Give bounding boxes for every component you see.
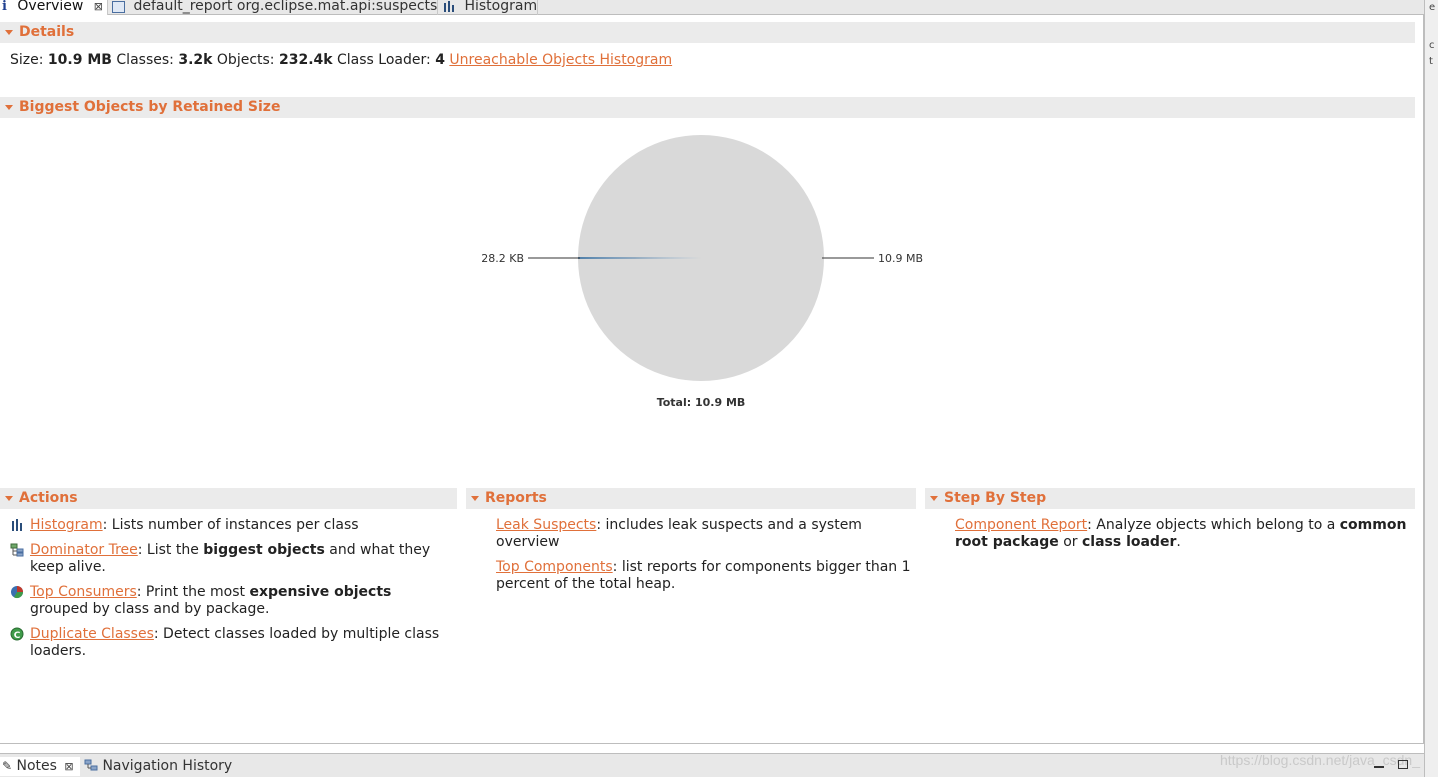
tab-default-report-label: default_report org.eclipse.mat.api:suspe… [133, 0, 438, 14]
step-by-step-section-header[interactable]: Step By Step [925, 488, 1415, 509]
histogram-link[interactable]: Histogram [30, 517, 103, 533]
step-component-report: Component Report: Analyze objects which … [955, 517, 1410, 551]
tab-histogram[interactable]: Histogram [438, 0, 538, 15]
dominator-tree-icon [10, 543, 24, 557]
info-icon: i [2, 0, 7, 14]
class-loader-value: 4 [435, 52, 445, 68]
unreachable-objects-histogram-link[interactable]: Unreachable Objects Histogram [449, 52, 672, 68]
size-label: Size: [10, 52, 44, 68]
reports-title: Reports [485, 490, 547, 506]
dominator-desc-pre: : List the [137, 542, 204, 558]
class-loader-label: Class Loader: [337, 52, 431, 68]
details-section-header[interactable]: Details [0, 22, 1415, 43]
leak-suspects-link[interactable]: Leak Suspects [496, 517, 596, 533]
collapse-triangle-icon[interactable] [5, 496, 13, 501]
component-report-bold-2: class loader [1081, 534, 1177, 550]
retained-size-pie-chart: 10.9 MB 28.2 KB Total: 10.9 MB [480, 128, 940, 418]
details-title: Details [19, 24, 75, 40]
duplicate-classes-icon: C [10, 627, 24, 641]
collapse-triangle-icon[interactable] [5, 30, 13, 35]
actions-section-header[interactable]: Actions [0, 488, 457, 509]
close-icon[interactable]: ⊠ [94, 0, 103, 13]
strip-glyph: c [1429, 40, 1435, 51]
editor-tab-bar: i Overview ⊠ default_report org.eclipse.… [0, 0, 1424, 15]
component-report-desc-mid: or [1058, 534, 1082, 550]
collapse-triangle-icon[interactable] [5, 105, 13, 110]
component-report-desc-post: . [1176, 534, 1181, 550]
action-top-consumers: Top Consumers: Print the most expensive … [10, 584, 450, 618]
collapse-triangle-icon[interactable] [930, 496, 938, 501]
svg-text:C: C [14, 631, 21, 641]
size-value: 10.9 MB [47, 52, 112, 68]
report-icon [112, 1, 125, 13]
dominator-tree-link[interactable]: Dominator Tree [30, 542, 138, 558]
histogram-icon [444, 1, 456, 12]
top-components-link[interactable]: Top Components [496, 559, 613, 575]
notes-icon: ✎ [2, 759, 13, 773]
action-duplicate-classes: C Duplicate Classes: Detect classes load… [10, 626, 450, 660]
watermark-text: https://blog.csdn.net/java_csdn_ [1219, 752, 1420, 768]
top-consumers-desc-bold: expensive objects [249, 584, 392, 600]
histogram-desc: : Lists number of instances per class [102, 517, 359, 533]
reports-list: Leak Suspects: includes leak suspects an… [496, 517, 911, 601]
top-consumers-desc-post: grouped by class and by package. [30, 601, 270, 617]
reports-section-header[interactable]: Reports [466, 488, 916, 509]
tab-histogram-label: Histogram [464, 0, 538, 14]
strip-glyph: e [1429, 2, 1436, 13]
component-report-desc-pre: : Analyze objects which belong to a [1087, 517, 1340, 533]
dominator-desc-bold: biggest objects [203, 542, 325, 558]
top-consumers-desc-pre: : Print the most [136, 584, 250, 600]
tab-default-report[interactable]: default_report org.eclipse.mat.api:suspe… [108, 0, 438, 15]
pie-label-1: 28.2 KB [481, 252, 524, 265]
action-dominator-tree: Dominator Tree: List the biggest objects… [10, 542, 450, 576]
notes-label: Notes [16, 758, 57, 774]
component-report-link[interactable]: Component Report [955, 517, 1087, 533]
tab-overview-label: Overview [17, 0, 84, 14]
collapse-triangle-icon[interactable] [471, 496, 479, 501]
maximize-button[interactable] [1398, 760, 1408, 769]
navigation-history-label: Navigation History [102, 758, 233, 774]
tab-overview[interactable]: i Overview ⊠ [0, 0, 108, 15]
classes-label: Classes: [116, 52, 174, 68]
tab-navigation-history[interactable]: Navigation History [84, 757, 244, 775]
actions-list: Histogram: Lists number of instances per… [10, 517, 450, 668]
histogram-icon [10, 518, 24, 532]
pie-chart-svg: 10.9 MB 28.2 KB Total: 10.9 MB [481, 135, 923, 409]
minimize-button[interactable] [1374, 762, 1384, 768]
actions-title: Actions [19, 490, 78, 506]
biggest-objects-section-header[interactable]: Biggest Objects by Retained Size [0, 97, 1415, 118]
close-icon[interactable]: ⊠ [64, 760, 73, 773]
tab-notes[interactable]: ✎ Notes ⊠ [0, 757, 80, 776]
objects-value: 232.4k [278, 52, 333, 68]
duplicate-classes-link[interactable]: Duplicate Classes [30, 626, 154, 642]
details-summary: Size: 10.9 MB Classes: 3.2k Objects: 232… [10, 52, 672, 68]
pie-label-0: 10.9 MB [878, 252, 923, 265]
step-by-step-title: Step By Step [944, 490, 1047, 506]
right-side-strip: e c t [1424, 0, 1438, 777]
step-by-step-list: Component Report: Analyze objects which … [955, 517, 1410, 559]
pie-total-label: Total: 10.9 MB [657, 396, 746, 409]
action-histogram: Histogram: Lists number of instances per… [10, 517, 450, 534]
top-consumers-icon [10, 585, 24, 599]
report-top-components: Top Components: list reports for compone… [496, 559, 911, 593]
navigation-history-icon [84, 758, 98, 771]
objects-label: Objects: [216, 52, 275, 68]
report-leak-suspects: Leak Suspects: includes leak suspects an… [496, 517, 911, 551]
biggest-objects-title: Biggest Objects by Retained Size [19, 99, 281, 115]
classes-value: 3.2k [178, 52, 213, 68]
bottom-view-bar: ✎ Notes ⊠ Navigation History [0, 753, 1424, 777]
strip-glyph: t [1429, 56, 1433, 67]
top-consumers-link[interactable]: Top Consumers [30, 584, 137, 600]
